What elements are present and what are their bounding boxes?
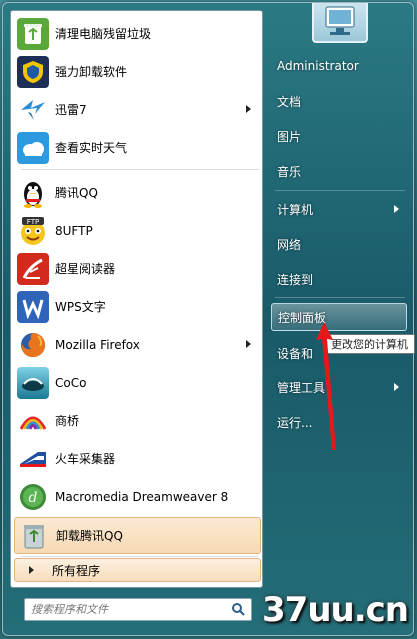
places-label: 连接到: [277, 272, 314, 287]
shangqiao-rainbow-icon: [17, 405, 49, 437]
submenu-arrow-icon: [246, 340, 251, 348]
program-item-weather[interactable]: 查看实时天气: [14, 129, 261, 166]
program-item-shangqiao[interactable]: 商桥: [14, 402, 261, 439]
user-picture[interactable]: [312, 3, 368, 43]
search-input[interactable]: [25, 603, 225, 616]
program-label: 查看实时天气: [55, 141, 128, 155]
coco-icon: [17, 366, 49, 399]
weather-cloud-icon: [17, 131, 49, 164]
arrow-right-icon: [29, 566, 34, 574]
shield-uninstall-icon: [17, 55, 49, 88]
qq-penguin-icon: [17, 177, 49, 209]
program-label: 迅雷7: [55, 103, 87, 117]
program-item-wps[interactable]: WPS文字: [14, 288, 261, 325]
submenu-arrow-icon: [394, 205, 399, 213]
divider: [275, 297, 405, 298]
program-item-qq[interactable]: 腾讯QQ: [14, 174, 261, 211]
program-item-uninstaller[interactable]: 强力卸载软件: [14, 53, 261, 90]
submenu-arrow-icon: [394, 383, 399, 391]
places-label: 计算机: [277, 202, 314, 217]
program-label: Mozilla Firefox: [55, 337, 140, 352]
places-item-pictures[interactable]: 图片: [271, 122, 407, 150]
all-programs-label: 所有程序: [52, 563, 101, 578]
submenu-arrow-icon: [246, 105, 251, 113]
program-label: 8UFTP: [55, 223, 93, 238]
red-arrow-annotation: [316, 322, 336, 450]
places-label: Administrator: [277, 59, 359, 73]
program-item-8uftp[interactable]: FTP 8UFTP: [14, 212, 261, 249]
program-item-superstar[interactable]: 超星阅读器: [14, 250, 261, 287]
program-item-uninstall-qq[interactable]: 卸载腾讯QQ: [14, 517, 261, 554]
program-item-dreamweaver[interactable]: d Macromedia Dreamweaver 8: [14, 478, 261, 515]
program-label: 火车采集器: [55, 452, 116, 466]
program-label: 强力卸载软件: [55, 65, 128, 79]
start-menu: 清理电脑残留垃圾 强力卸载软件 迅雷7 查看实时天气 腾讯QQ FTP 8UFT…: [2, 2, 414, 636]
places-item-network[interactable]: 网络: [271, 230, 407, 258]
places-item-computer[interactable]: 计算机: [271, 195, 407, 223]
programs-pane: 清理电脑残留垃圾 强力卸载软件 迅雷7 查看实时天气 腾讯QQ FTP 8UFT…: [10, 10, 263, 588]
places-item-connect-to[interactable]: 连接到: [271, 265, 407, 293]
places-label: 音乐: [277, 164, 302, 179]
recycle-cleaner-icon: [17, 17, 49, 50]
search-area: [10, 590, 263, 630]
thunder-bird-icon: [17, 94, 49, 126]
search-box[interactable]: [24, 598, 252, 621]
svg-text:d: d: [29, 490, 38, 506]
dreamweaver-icon: d: [17, 481, 49, 513]
watermark: 37uu.cn: [262, 590, 409, 630]
program-label: 清理电脑残留垃圾: [55, 27, 152, 41]
program-label: 商桥: [55, 414, 80, 428]
program-item-thunder[interactable]: 迅雷7: [14, 91, 261, 128]
divider: [21, 169, 259, 170]
program-label: WPS文字: [55, 300, 106, 314]
places-label: 文档: [277, 94, 302, 109]
program-label: 卸载腾讯QQ: [56, 529, 123, 543]
divider: [275, 190, 405, 191]
train-collector-icon: [17, 443, 49, 475]
svg-text:FTP: FTP: [27, 218, 39, 226]
program-label: CoCo: [55, 375, 87, 390]
superstar-reader-icon: [17, 252, 49, 285]
places-label: 图片: [277, 129, 302, 144]
places-item-music[interactable]: 音乐: [271, 157, 407, 185]
all-programs-button[interactable]: 所有程序: [14, 558, 261, 582]
program-item-coco[interactable]: CoCo: [14, 364, 261, 401]
program-item-clean-junk[interactable]: 清理电脑残留垃圾: [14, 15, 261, 52]
ftp-emoji-icon: FTP: [17, 215, 49, 247]
places-item-user[interactable]: Administrator: [271, 52, 407, 80]
program-label: Macromedia Dreamweaver 8: [55, 489, 229, 504]
program-label: 腾讯QQ: [55, 186, 98, 200]
divider: [21, 556, 259, 557]
program-item-firefox[interactable]: Mozilla Firefox: [14, 326, 261, 363]
recycle-bin-icon: [18, 520, 50, 552]
places-item-documents[interactable]: 文档: [271, 87, 407, 115]
program-item-train-collector[interactable]: 火车采集器: [14, 440, 261, 477]
places-label: 设备和: [277, 346, 314, 361]
search-icon[interactable]: [231, 602, 245, 619]
places-label: 网络: [277, 237, 302, 252]
program-label: 超星阅读器: [55, 262, 116, 276]
wps-writer-icon: [17, 290, 49, 323]
firefox-icon: [17, 329, 49, 361]
places-label: 运行...: [277, 415, 313, 430]
